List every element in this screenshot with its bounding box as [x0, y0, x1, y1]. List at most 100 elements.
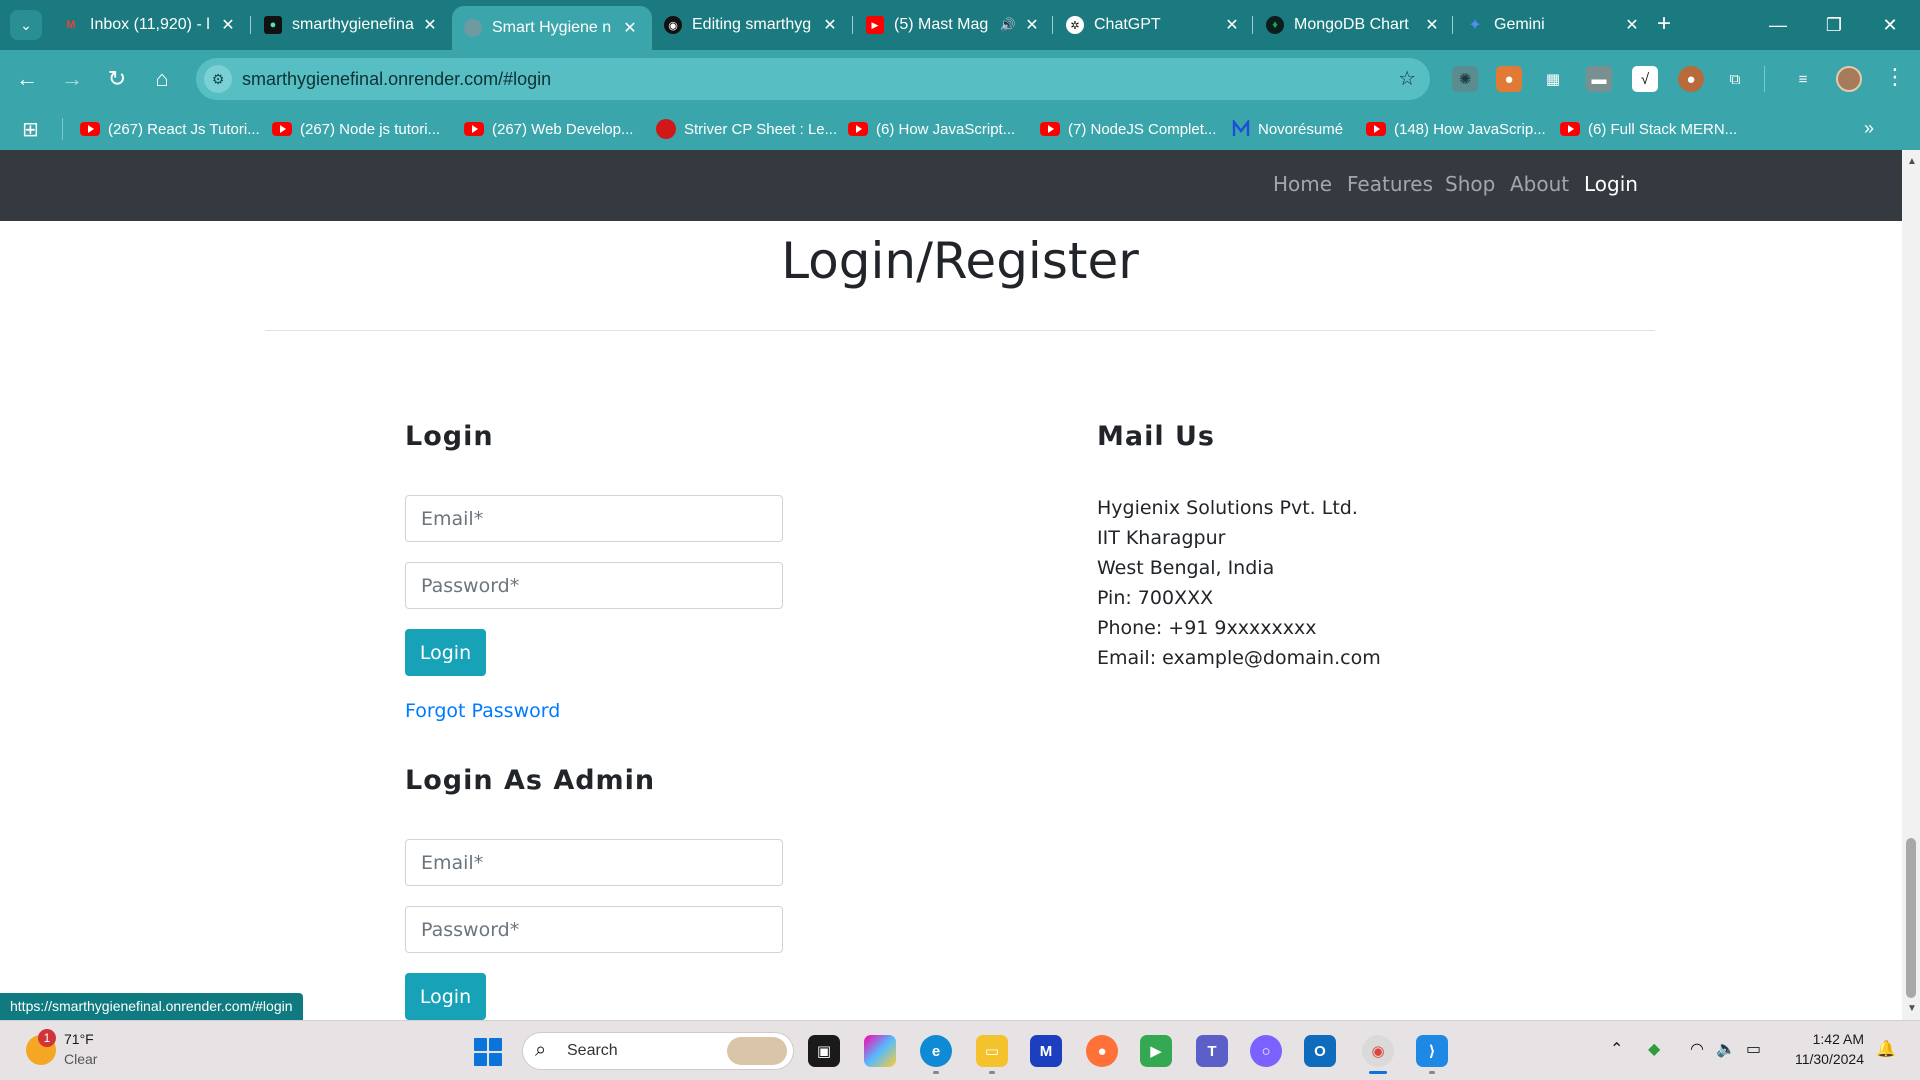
- bookmark-item[interactable]: (267) React Js Tutori...: [80, 115, 260, 143]
- bookmark-item[interactable]: (6) Full Stack MERN...: [1560, 115, 1737, 143]
- battery-icon[interactable]: ▭: [1746, 1039, 1761, 1059]
- tab-youtube[interactable]: ▶ (5) Mast Mag 🔊 ✕: [854, 6, 1054, 44]
- weather-desc[interactable]: Clear: [64, 1051, 97, 1067]
- tab-smart-hygiene[interactable]: Smart Hygiene n ✕: [452, 6, 652, 50]
- cookie-extension-icon[interactable]: ●: [1678, 66, 1704, 92]
- menu-kebab-icon[interactable]: ⋮: [1884, 64, 1906, 90]
- apps-grid-icon[interactable]: ⊞: [22, 117, 39, 142]
- forgot-password-link[interactable]: Forgot Password: [405, 700, 560, 722]
- address-state: West Bengal, India: [1097, 557, 1275, 579]
- sync-app-tray-icon[interactable]: ◆: [1648, 1039, 1660, 1059]
- login-heading: Login: [405, 421, 494, 452]
- grid-extension-icon[interactable]: ▦: [1540, 66, 1566, 92]
- close-icon[interactable]: ✕: [218, 15, 238, 35]
- profile-avatar[interactable]: [1836, 66, 1862, 92]
- windows-start-icon[interactable]: [474, 1038, 502, 1066]
- nav-features[interactable]: Features: [1347, 172, 1433, 196]
- close-icon[interactable]: ✕: [820, 15, 840, 35]
- outlook-icon[interactable]: O: [1304, 1035, 1336, 1067]
- nav-login[interactable]: Login: [1584, 172, 1638, 196]
- new-tab-button[interactable]: +: [1650, 10, 1678, 38]
- google-meet-icon[interactable]: ▶: [1140, 1035, 1172, 1067]
- system-clock[interactable]: 1:42 AM 11/30/2024: [1784, 1029, 1864, 1069]
- chrome-icon[interactable]: ◉: [1362, 1035, 1394, 1067]
- tab-search-chevron-icon[interactable]: ⌄: [10, 10, 42, 40]
- bookmark-star-icon[interactable]: ☆: [1398, 66, 1416, 91]
- bookmark-item[interactable]: Striver CP Sheet : Le...: [656, 115, 837, 143]
- close-icon[interactable]: ✕: [1622, 15, 1642, 35]
- restore-icon[interactable]: ❐: [1814, 8, 1854, 42]
- folder-extension-icon[interactable]: ▬: [1586, 66, 1612, 92]
- nav-shop[interactable]: Shop: [1445, 172, 1495, 196]
- app-ring-icon[interactable]: ○: [1250, 1035, 1282, 1067]
- bookmark-item[interactable]: (148) How JavaScrip...: [1366, 115, 1546, 143]
- teams-icon[interactable]: T: [1196, 1035, 1228, 1067]
- mathpix-icon[interactable]: M: [1030, 1035, 1062, 1067]
- bookmark-item[interactable]: (267) Web Develop...: [464, 115, 633, 143]
- tab-title: Inbox (11,920) - l: [90, 16, 210, 33]
- clock-date: 11/30/2024: [1794, 1051, 1864, 1067]
- vscode-icon[interactable]: ⟩: [1416, 1035, 1448, 1067]
- scroll-down-arrow-icon[interactable]: ▼: [1907, 1003, 1917, 1014]
- login-button[interactable]: Login: [405, 629, 486, 676]
- contact-address: Hygienix Solutions Pvt. Ltd. IIT Kharagp…: [1097, 493, 1381, 673]
- admin-email-field[interactable]: [405, 839, 783, 886]
- close-icon[interactable]: ✕: [1422, 15, 1442, 35]
- window-close-icon[interactable]: ✕: [1870, 8, 1910, 42]
- admin-password-field[interactable]: [405, 906, 783, 953]
- bookmark-item[interactable]: (7) NodeJS Complet...: [1040, 115, 1216, 143]
- mongodb-icon: ♦: [1266, 16, 1284, 34]
- address-pin: Pin: 700XXX: [1097, 587, 1214, 609]
- close-icon[interactable]: ✕: [620, 18, 640, 38]
- page-viewport: Home Features Shop About Login Login/Reg…: [0, 150, 1902, 1020]
- wifi-icon[interactable]: ◠: [1690, 1039, 1704, 1059]
- nav-home[interactable]: Home: [1273, 172, 1332, 196]
- bookmark-item[interactable]: Novorésumé: [1232, 115, 1343, 143]
- login-email-field[interactable]: [405, 495, 783, 542]
- reload-icon[interactable]: ↻: [102, 64, 132, 94]
- nav-about[interactable]: About: [1510, 172, 1569, 196]
- close-icon[interactable]: ✕: [1022, 15, 1042, 35]
- bookmark-item[interactable]: (6) How JavaScript...: [848, 115, 1015, 143]
- admin-login-button[interactable]: Login: [405, 973, 486, 1020]
- minimize-icon[interactable]: —: [1758, 8, 1798, 42]
- formula-extension-icon[interactable]: √: [1632, 66, 1658, 92]
- extensions-puzzle-icon[interactable]: ⧉: [1722, 66, 1748, 92]
- weather-badge: 1: [38, 1029, 56, 1047]
- firefox-icon[interactable]: ●: [1086, 1035, 1118, 1067]
- back-arrow-icon[interactable]: ←: [12, 64, 42, 94]
- gemini-icon: ✦: [1468, 17, 1482, 34]
- tab-gemini[interactable]: ✦ Gemini ✕: [1454, 6, 1654, 44]
- site-info-icon[interactable]: ⚙: [204, 65, 232, 93]
- tab-mongodb[interactable]: ♦ MongoDB Chart ✕: [1254, 6, 1454, 44]
- weather-temp[interactable]: 71°F: [64, 1031, 94, 1047]
- tab-render[interactable]: ● smarthygienefina ✕: [252, 6, 452, 44]
- forward-arrow-icon[interactable]: →: [57, 64, 87, 94]
- speaker-icon[interactable]: 🔊: [1000, 17, 1016, 33]
- scroll-up-arrow-icon[interactable]: ▲: [1907, 156, 1917, 167]
- task-view-icon[interactable]: ▣: [808, 1035, 840, 1067]
- file-explorer-icon[interactable]: ▭: [976, 1035, 1008, 1067]
- url-text[interactable]: smarthygienefinal.onrender.com/#login: [242, 69, 551, 90]
- taskbar-search[interactable]: ⌕ Search: [522, 1032, 794, 1070]
- postman-extension-icon[interactable]: ●: [1496, 66, 1522, 92]
- close-icon[interactable]: ✕: [420, 15, 440, 35]
- bug-extension-icon[interactable]: ✺: [1452, 66, 1478, 92]
- address-bar[interactable]: ⚙ smarthygienefinal.onrender.com/#login …: [196, 58, 1430, 100]
- scrollbar-thumb[interactable]: [1906, 838, 1916, 998]
- edge-icon[interactable]: e: [920, 1035, 952, 1067]
- home-icon[interactable]: ⌂: [147, 64, 177, 94]
- media-controls-icon[interactable]: ≡: [1790, 66, 1816, 92]
- tab-chatgpt[interactable]: ✲ ChatGPT ✕: [1054, 6, 1254, 44]
- copilot-icon[interactable]: [864, 1035, 896, 1067]
- volume-icon[interactable]: 🔈: [1716, 1039, 1736, 1059]
- show-hidden-icons-chevron-icon[interactable]: ⌃: [1610, 1039, 1623, 1059]
- bookmark-item[interactable]: (267) Node js tutori...: [272, 115, 440, 143]
- notification-bell-icon[interactable]: 🔔: [1876, 1039, 1896, 1059]
- login-password-field[interactable]: [405, 562, 783, 609]
- tab-gmail[interactable]: M Inbox (11,920) - l ✕: [50, 6, 250, 44]
- tab-github[interactable]: ◉ Editing smarthyg ✕: [652, 6, 852, 44]
- close-icon[interactable]: ✕: [1222, 15, 1242, 35]
- page-scrollbar[interactable]: ▲ ▼: [1902, 150, 1920, 1020]
- more-bookmarks-chevron-icon[interactable]: »: [1864, 118, 1874, 139]
